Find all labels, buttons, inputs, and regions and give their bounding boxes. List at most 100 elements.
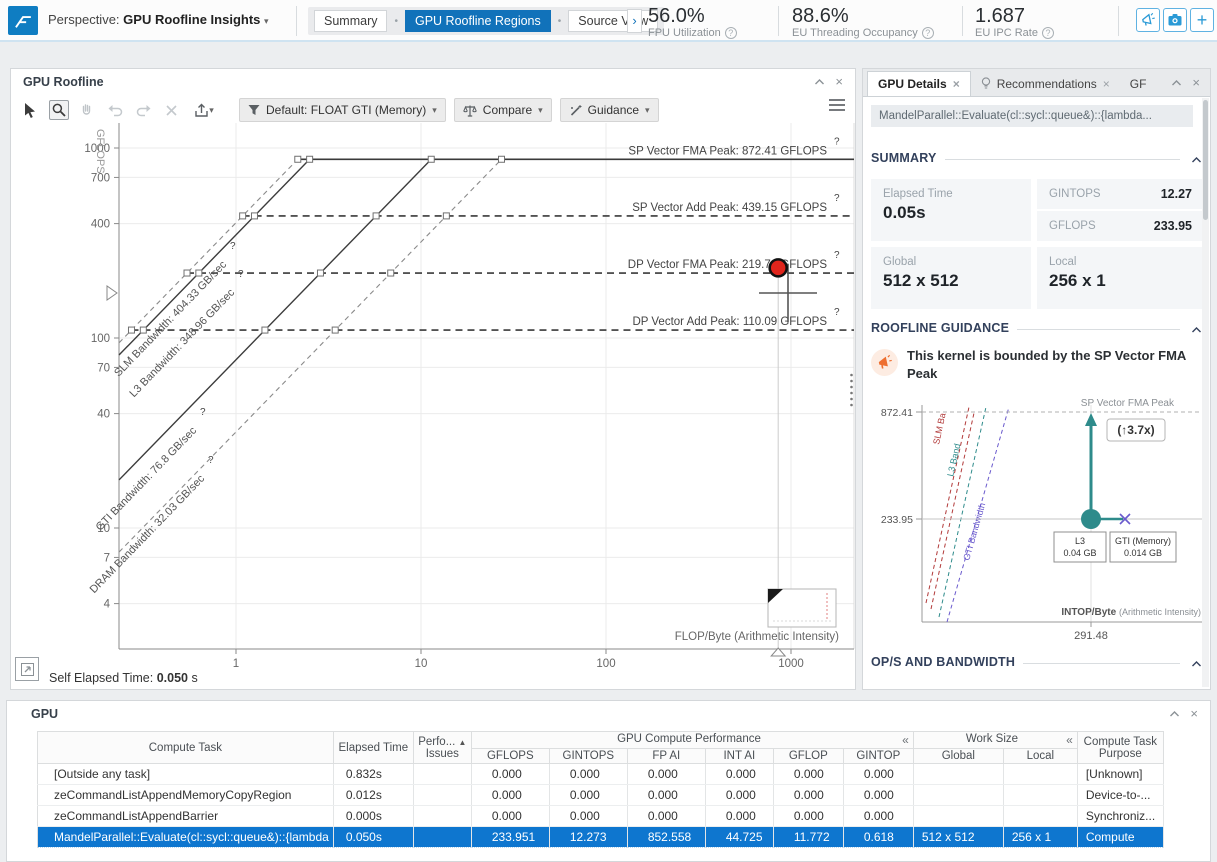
undo-button[interactable]: [105, 100, 125, 120]
bandwidth-help-question[interactable]: ?: [200, 407, 206, 418]
col-header-performance-issues[interactable]: Perfo... ▲ Issues: [412, 731, 472, 764]
intersection-marker: [331, 326, 339, 334]
resize-handle-dot[interactable]: [850, 373, 853, 377]
collapse-section-icon[interactable]: [1191, 323, 1202, 337]
expand-chart-button[interactable]: [15, 657, 39, 681]
col-header-compute-task[interactable]: Compute Task: [37, 731, 334, 764]
ceiling-help-question[interactable]: ?: [834, 250, 840, 261]
cancel-zoom-button[interactable]: [161, 100, 181, 120]
resize-handle-dot[interactable]: [850, 403, 853, 407]
collapse-panel-icon[interactable]: [814, 75, 825, 89]
details-scrollbar[interactable]: [1202, 98, 1209, 687]
help-question-icon[interactable]: ?: [921, 27, 934, 39]
cell-compute-task: MandelParallel::Evaluate(cl::sycl::queue…: [37, 826, 334, 848]
table-row[interactable]: MandelParallel::Evaluate(cl::sycl::queue…: [37, 826, 1164, 848]
collapse-panel-icon[interactable]: [1169, 707, 1180, 721]
kernel-name-selector[interactable]: MandelParallel::Evaluate(cl::sycl::queue…: [871, 105, 1193, 127]
cell-gintops: 0.000: [549, 805, 628, 827]
help-question-icon[interactable]: ?: [724, 27, 737, 39]
bandwidth-label: SLM Ba: [931, 412, 947, 445]
close-panel-icon[interactable]: ×: [835, 75, 843, 89]
close-tab-icon[interactable]: ×: [1103, 77, 1110, 91]
col-header-fp-ai[interactable]: FP AI: [626, 748, 706, 764]
advisor-logo-button[interactable]: [8, 6, 38, 35]
collapse-section-icon[interactable]: [1191, 657, 1202, 671]
tab-label: Recommendations: [996, 76, 1097, 91]
pan-tool[interactable]: [77, 100, 97, 120]
resize-handle-dot[interactable]: [850, 391, 853, 395]
collapse-columns-icon[interactable]: «: [902, 733, 909, 747]
intersection-marker: [498, 155, 506, 163]
x-tick-label: 10: [415, 658, 428, 670]
megaphone-icon: [878, 354, 892, 369]
col-header-local[interactable]: Local: [1002, 748, 1078, 764]
nav-tab-summary[interactable]: Summary: [314, 10, 388, 32]
col-header-elapsed-time[interactable]: Elapsed Time: [332, 731, 414, 764]
roofline-chart[interactable]: 1000700400100704010741 10 100 1000GFLOPSFLO…: [11, 123, 857, 673]
ceiling-help-question[interactable]: ?: [834, 193, 840, 204]
col-header-gflops[interactable]: GFLOPS: [470, 748, 550, 764]
ceiling-help-question[interactable]: ?: [834, 307, 840, 318]
resize-handle-dot[interactable]: [850, 397, 853, 401]
col-header-gflop[interactable]: GFLOP: [772, 748, 844, 764]
kernel-dot[interactable]: [768, 258, 788, 278]
snapshot-button[interactable]: [1163, 8, 1187, 32]
col-header-int-ai[interactable]: INT AI: [704, 748, 774, 764]
bandwidth-help-question[interactable]: ?: [238, 269, 244, 280]
close-panel-icon[interactable]: ×: [1190, 707, 1198, 721]
compare-dropdown[interactable]: Compare ▾: [453, 98, 552, 122]
group-header-work-size[interactable]: Work Size «: [912, 731, 1078, 749]
cell-gintops: 12.273: [549, 826, 628, 848]
resize-handle-dot[interactable]: [850, 379, 853, 383]
collapse-columns-icon[interactable]: «: [1066, 733, 1073, 747]
report-nav-tabs: Summary • GPU Roofline Regions • Source View: [308, 7, 665, 35]
new-analysis-button[interactable]: +: [1190, 8, 1214, 32]
undo-icon: [108, 104, 122, 116]
close-tab-icon[interactable]: ×: [953, 77, 960, 91]
perspective-selector[interactable]: Perspective: GPU Roofline Insights ▾: [48, 12, 269, 27]
col-header-global[interactable]: Global: [912, 748, 1004, 764]
col-header-gintop[interactable]: GINTOP: [842, 748, 914, 764]
intersection-marker: [294, 155, 302, 163]
details-tab-recommendations[interactable]: Recommendations ×: [971, 71, 1120, 96]
y-tick-label: 70: [97, 362, 110, 374]
bandwidth-help-question[interactable]: ?: [208, 455, 214, 466]
chart-menu-icon[interactable]: [829, 99, 845, 114]
x-tick-label: 1: [233, 658, 239, 670]
collapse-section-icon[interactable]: [1191, 153, 1202, 167]
ceiling-help-question[interactable]: ?: [834, 136, 840, 147]
resize-handle-dot[interactable]: [850, 385, 853, 389]
roofline-guidance-title: ROOFLINE GUIDANCE: [871, 321, 1018, 335]
table-row[interactable]: zeCommandListAppendBarrier 0.000s 0.000 0.0…: [37, 805, 1164, 827]
roofline-filter-dropdown[interactable]: Default: FLOAT GTI (Memory) ▾: [239, 98, 446, 122]
top-toolbar: Perspective: GPU Roofline Insights ▾ Sum…: [0, 0, 1217, 42]
select-cursor-tool[interactable]: [21, 100, 41, 120]
col-header-compute-task-purpose[interactable]: Compute Task Purpose: [1076, 731, 1164, 764]
col-header-gintops[interactable]: GINTOPS: [548, 748, 628, 764]
expand-metrics-button[interactable]: ›: [627, 9, 642, 33]
perf-issues-line1: Perfo...: [418, 735, 456, 748]
guidance-dropdown[interactable]: Guidance ▾: [559, 98, 659, 122]
nav-tab-source-view[interactable]: Source View: [568, 10, 659, 32]
close-panel-icon[interactable]: ×: [1192, 76, 1200, 90]
bandwidth-line[interactable]: [118, 158, 311, 356]
zoom-tool[interactable]: [49, 100, 69, 120]
redo-button[interactable]: [133, 100, 153, 120]
details-tab-gpu-details[interactable]: GPU Details ×: [867, 71, 971, 96]
x-axis-title: INTOP/Byte (Arithmetic Intensity): [1061, 607, 1201, 618]
table-row[interactable]: [Outside any task] 0.832s 0.000 0.000 0.000 0…: [37, 763, 1164, 785]
collapse-panel-icon[interactable]: [1171, 76, 1182, 90]
export-chart-button[interactable]: ▾: [189, 100, 219, 120]
feedback-button[interactable]: [1136, 8, 1160, 32]
table-row[interactable]: zeCommandListAppendMemoryCopyRegion 0.012…: [37, 784, 1164, 806]
help-question-icon[interactable]: ?: [1041, 27, 1054, 39]
cell-int-ai: 0.000: [705, 763, 774, 785]
advisor-roofline-icon: [15, 15, 31, 28]
x-axis-title: FLOP/Byte (Arithmetic Intensity): [675, 631, 839, 643]
tab-separator-dot: •: [394, 15, 398, 27]
details-tab-gf[interactable]: GF: [1120, 71, 1157, 96]
nav-tab-gpu-roofline-regions[interactable]: GPU Roofline Regions: [405, 10, 551, 32]
scrollbar-thumb[interactable]: [1203, 100, 1208, 220]
bandwidth-help-question[interactable]: ?: [230, 241, 236, 252]
group-header-gpu-compute-performance[interactable]: GPU Compute Performance «: [470, 731, 914, 749]
